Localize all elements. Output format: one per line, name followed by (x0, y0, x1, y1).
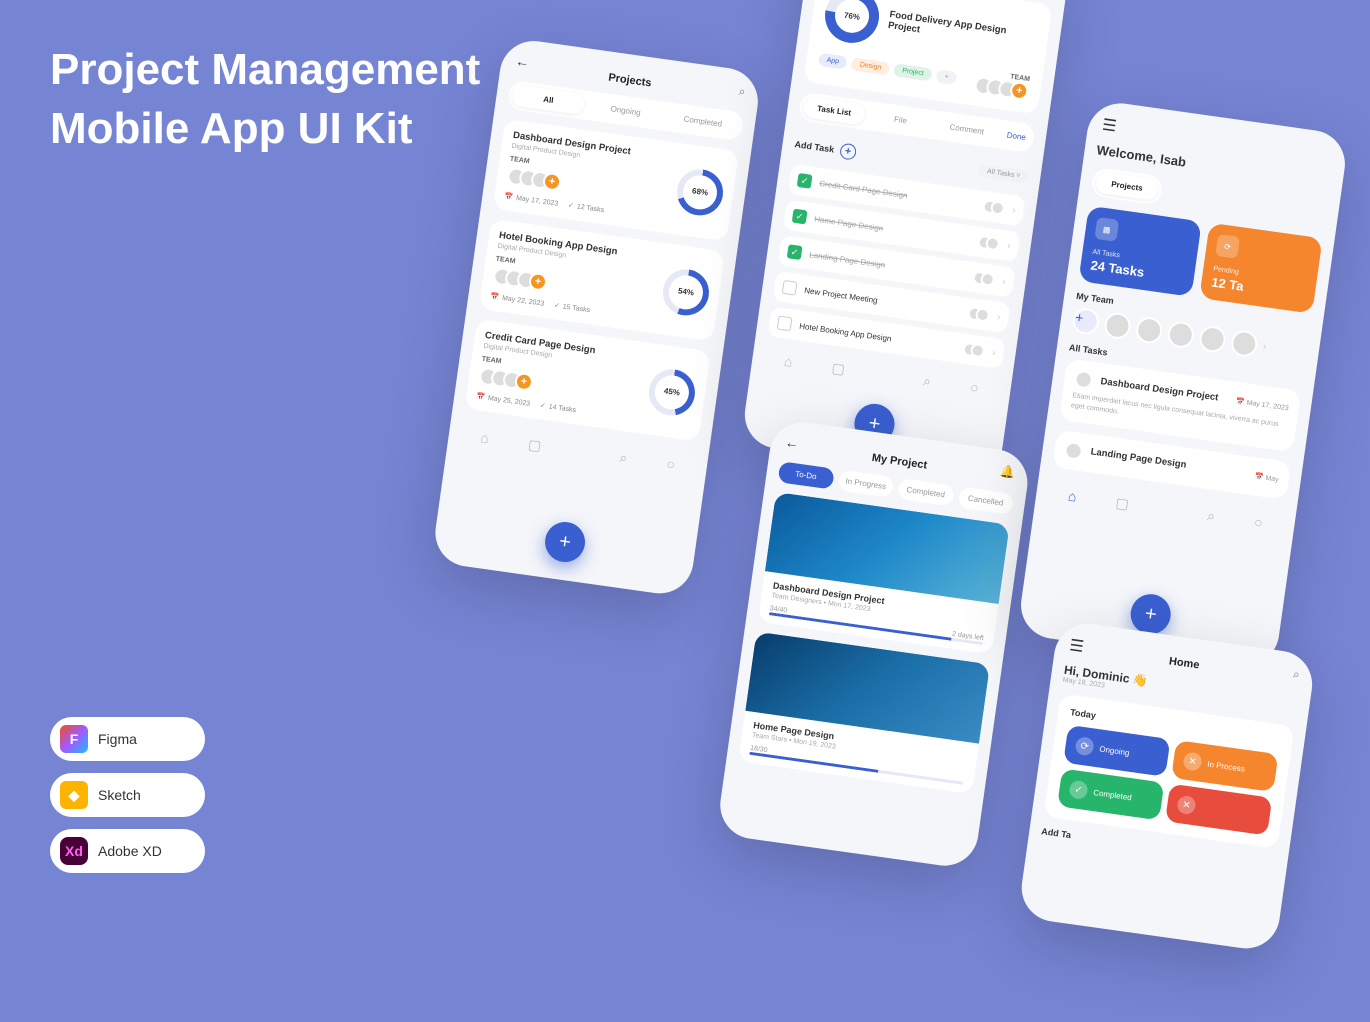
fab-add[interactable]: + (542, 519, 587, 564)
progress-ring: 76% (822, 0, 883, 46)
chevron-right-icon[interactable]: › (1262, 341, 1267, 352)
tab-all[interactable]: All (511, 84, 585, 115)
tab-completed[interactable]: Completed (897, 478, 954, 506)
screen-dashboard: ☰ Welcome, Isab Projects ▦All Tasks24 Ta… (1017, 99, 1350, 670)
tab-ongoing[interactable]: Ongoing (589, 95, 663, 126)
today-card: Today ⟳Ongoing ✕In Process ✓Completed ✕ (1044, 693, 1295, 849)
add-chip-icon[interactable]: + (936, 69, 958, 85)
check-icon: ✓ (1068, 780, 1088, 800)
tile-alltasks[interactable]: ▦All Tasks24 Tasks (1078, 206, 1201, 297)
filter-dropdown[interactable]: All Tasks ˅ (978, 164, 1029, 184)
tab-todo[interactable]: To-Do (777, 461, 834, 489)
screen-home: ☰ ⌕ Home Hi, Dominic 👋 May 18, 2023 Toda… (1017, 620, 1316, 953)
back-icon[interactable]: ← (514, 53, 530, 71)
chip[interactable]: App (818, 53, 848, 70)
badge-sketch: ◆Sketch (50, 773, 205, 817)
tab-completed[interactable]: Completed (666, 106, 740, 137)
calendar-icon: 📅 May 17, 2023 (504, 192, 559, 207)
menu-icon[interactable]: ☰ (1101, 115, 1118, 137)
bell-icon[interactable]: 🔔 (999, 464, 1016, 480)
tab-comment[interactable]: Comment (935, 115, 998, 144)
badge-figma: FFigma (50, 717, 205, 761)
chip[interactable]: Project (893, 63, 932, 81)
add-member-icon[interactable]: + (1071, 307, 1100, 336)
calendar-icon[interactable]: ▢ (527, 436, 542, 455)
back-icon[interactable]: ← (784, 434, 800, 452)
check-icon: ✓ 12 Tasks (568, 201, 605, 214)
figma-icon: F (60, 725, 88, 753)
tile-pending[interactable]: ⟳Pending12 Ta (1199, 223, 1322, 314)
refresh-icon: ⟳ (1074, 736, 1094, 756)
chevron-right-icon: › (1011, 205, 1016, 216)
tool-badges: FFigma ◆Sketch XdAdobe XD (50, 717, 205, 873)
profile-icon[interactable]: ○ (665, 455, 676, 473)
tab-cancelled[interactable]: Cancelled (957, 486, 1014, 514)
chip[interactable]: Design (851, 57, 890, 75)
status-inprocess[interactable]: ✕In Process (1171, 740, 1278, 792)
xd-icon: Xd (60, 837, 88, 865)
tab-inprogress[interactable]: In Progress (837, 470, 894, 498)
home-icon[interactable]: ⌂ (1067, 487, 1078, 505)
clock-icon: ⟳ (1215, 234, 1240, 259)
add-task-button[interactable]: + (839, 143, 857, 161)
add-member-icon[interactable]: + (542, 172, 562, 192)
screen-project-detail: Project ⋮ 76% Food Delivery App Design P… (740, 0, 1070, 480)
project-image-card[interactable]: Dashboard Design Project Team Designers … (758, 492, 1010, 655)
tab-tasklist[interactable]: Task List (803, 96, 866, 125)
status-ongoing[interactable]: ⟳Ongoing (1063, 725, 1170, 777)
menu-icon[interactable]: ☰ (1068, 635, 1085, 657)
avatar[interactable] (1103, 311, 1132, 340)
grid-icon: ▦ (1094, 217, 1119, 242)
page-title: Project ManagementMobile App UI Kit (50, 40, 480, 159)
search-icon[interactable]: ⌕ (618, 449, 628, 467)
clock-icon: ✕ (1182, 751, 1202, 771)
project-image-card[interactable]: Home Page Design Team Stars • Mon 19, 20… (738, 632, 990, 795)
checkbox-icon[interactable]: ✓ (797, 173, 813, 189)
tab-file[interactable]: File (869, 105, 932, 134)
status-cancelled[interactable]: ✕ (1165, 784, 1272, 836)
badge-xd: XdAdobe XD (50, 829, 205, 873)
close-icon: ✕ (1176, 795, 1196, 815)
screen-myproject: ← 🔔 My Project To-Do In Progress Complet… (716, 418, 1032, 870)
screen-projects: ← ⌕ Projects All Ongoing Completed Dashb… (431, 37, 762, 598)
status-completed[interactable]: ✓Completed (1057, 768, 1164, 820)
sketch-icon: ◆ (60, 781, 88, 809)
home-icon[interactable]: ⌂ (479, 429, 490, 447)
